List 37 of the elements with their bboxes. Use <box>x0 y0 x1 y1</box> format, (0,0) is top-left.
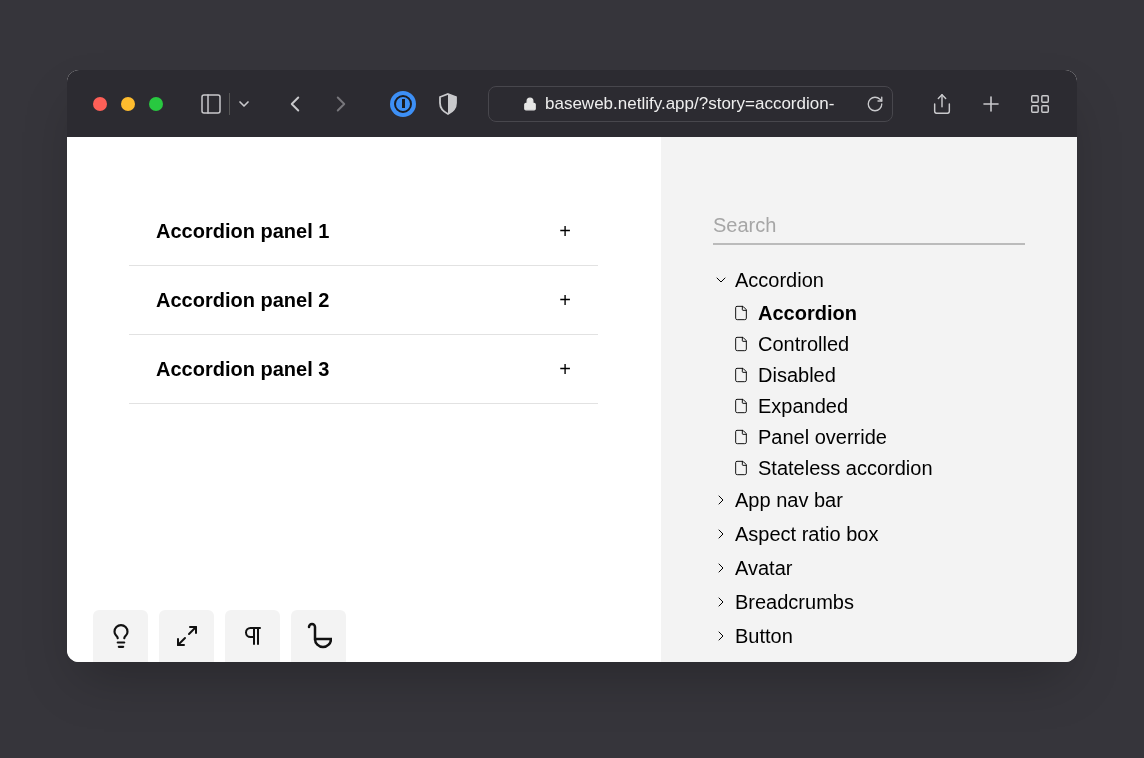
search-field[interactable]: Search <box>713 207 1025 245</box>
tree-leaf[interactable]: Disabled <box>713 359 1025 390</box>
ladle-button[interactable] <box>291 610 346 662</box>
file-icon <box>733 366 749 383</box>
tree-leaf[interactable]: Accordion <box>713 297 1025 328</box>
minimize-button[interactable] <box>121 96 135 111</box>
reload-icon[interactable] <box>866 94 884 113</box>
tree-node[interactable]: Accordion <box>713 263 1025 297</box>
diagonal-arrows-icon <box>174 624 199 648</box>
tree-node[interactable]: Avatar <box>713 551 1025 585</box>
shield-icon[interactable] <box>438 92 458 115</box>
share-icon[interactable] <box>931 92 953 115</box>
ladle-icon <box>305 621 332 651</box>
sidebar-icon[interactable] <box>199 91 223 116</box>
close-button[interactable] <box>93 96 107 111</box>
lightbulb-button[interactable] <box>93 610 148 662</box>
expand-button[interactable] <box>159 610 214 662</box>
text-direction-button[interactable] <box>225 610 280 662</box>
tree-node[interactable]: Breadcrumbs <box>713 585 1025 619</box>
tabs-overview-icon[interactable] <box>1029 92 1051 115</box>
file-icon <box>733 459 749 476</box>
file-icon <box>733 397 749 414</box>
tree-leaf[interactable]: Panel override <box>713 421 1025 452</box>
file-icon <box>733 335 749 352</box>
file-icon <box>733 304 749 321</box>
lock-icon <box>523 96 537 111</box>
tree-node[interactable]: Aspect ratio box <box>713 517 1025 551</box>
tree-leaf[interactable]: Controlled <box>713 328 1025 359</box>
url-text: baseweb.netlify.app/?story=accordion- <box>545 92 835 115</box>
password-manager-icon[interactable] <box>390 90 416 117</box>
tree-node[interactable]: App nav bar <box>713 483 1025 517</box>
tree-leaf[interactable]: Stateless accordion <box>713 452 1025 483</box>
tree-leaf[interactable]: Expanded <box>713 390 1025 421</box>
file-icon <box>733 428 749 445</box>
maximize-button[interactable] <box>149 96 163 111</box>
address-bar[interactable]: baseweb.netlify.app/?story=accordion- <box>488 85 893 122</box>
tree-node[interactable]: Button <box>713 619 1025 653</box>
